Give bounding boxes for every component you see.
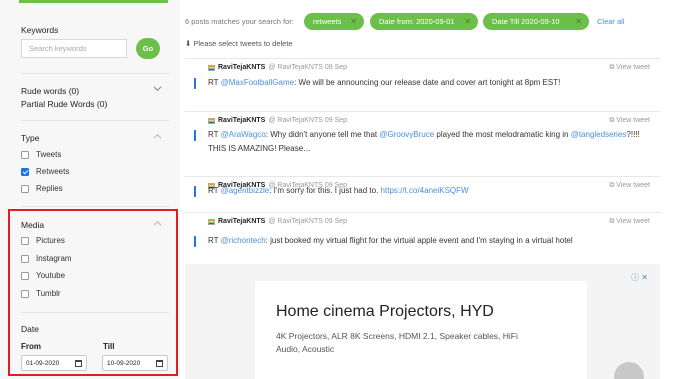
mention-link[interactable]: @AraWagco [221,130,266,139]
url-link[interactable]: https://t.co/4aneiKSQFW [381,186,469,195]
mention-link[interactable]: @GroovyBruce [379,130,434,139]
keywords-label: Keywords [21,25,59,35]
tweet-text: RT @MaxFootballGame: We will be announci… [208,78,561,87]
filter-pill-date-from[interactable]: Date from: 2020-09-01 ✕ [370,13,478,30]
match-count-text: 6 posts matches your search for: [185,17,294,26]
select-hint: ⬇ Please select tweets to delete [185,39,293,48]
type-option-tweets[interactable]: Tweets [21,150,61,159]
search-keywords-input[interactable] [21,39,127,58]
tweet-select-checkbox[interactable] [194,130,196,141]
divider [21,120,169,121]
checkbox[interactable] [21,150,29,159]
divider [21,73,169,74]
tweet-header: RaviTejaKNTS @ RaviTejaKNTS 09 Sep [208,218,347,225]
tweet-text: RT @AraWagco: Why didn't anyone tell me … [208,130,640,153]
right-margin [660,0,675,379]
view-tweet-link[interactable]: ⧉ View tweet [609,218,650,226]
ad-card[interactable]: Home cinema Projectors, HYD 4K Projector… [255,281,587,379]
filter-pill-date-till[interactable]: Date Till 2020-09-10 ✕ [483,13,589,30]
ad-description: 4K Projectors, ALR 8K Screens, HDMI 2.1,… [276,331,518,354]
partial-rude-words-count: Partial Rude Words (0) [21,99,108,109]
divider [21,206,169,207]
type-option-replies[interactable]: Replies [21,184,63,193]
user-flag-icon [208,117,215,124]
tweet-select-checkbox[interactable] [194,236,196,247]
mention-link[interactable]: @MaxFootballGame [221,78,294,87]
tweet-header: RaviTejaKNTS @ RaviTejaKNTS 09 Sep [208,117,347,124]
view-tweet-link[interactable]: ⧉ View tweet [609,64,650,72]
checkbox[interactable] [21,184,29,193]
type-section-title: Type [21,133,40,143]
highlight-frame [8,209,178,376]
rude-words-count: Rude words (0) [21,86,80,96]
filter-pill-retweets[interactable]: retweets ✕ [304,13,364,30]
go-button[interactable]: Go [136,38,160,59]
type-option-retweets[interactable]: Retweets [21,167,69,176]
chevron-down-icon[interactable] [153,84,162,93]
tweet-select-checkbox[interactable] [194,78,196,89]
user-flag-icon [208,64,215,71]
tweet-select-checkbox[interactable] [194,186,196,197]
remove-filter-icon[interactable]: ✕ [464,17,471,26]
ad-container: ⓘ ✕ Home cinema Projectors, HYD 4K Proje… [185,264,660,379]
scroll-to-top-button[interactable] [614,362,644,379]
user-flag-icon [208,218,215,225]
remove-filter-icon[interactable]: ✕ [575,17,582,26]
checkbox-checked[interactable] [21,167,29,176]
tweet-card[interactable]: RaviTejaKNTS @ RaviTejaKNTS 09 Sep ⧉ View… [185,111,660,167]
tweet-card[interactable]: RaviTejaKNTS @ RaviTejaKNTS 09 Sep ⧉ View… [185,58,660,102]
mention-link[interactable]: @richontech [221,236,266,245]
mention-link[interactable]: @tangledseries [571,130,627,139]
clear-all-link[interactable]: Clear all [597,17,625,26]
tweet-text: RT @agentbizzle: I'm sorry for this. I j… [208,186,469,195]
tweet-card[interactable]: RaviTejaKNTS @ RaviTejaKNTS 09 Sep ⧉ View… [185,212,660,262]
tweet-text: RT @richontech: just booked my virtual f… [208,236,573,245]
ad-title[interactable]: Home cinema Projectors, HYD [276,303,494,321]
mention-link[interactable]: @agentbizzle [221,186,270,195]
ad-choices-icon[interactable]: ⓘ ✕ [631,272,648,283]
tweet-header: RaviTejaKNTS @ RaviTejaKNTS 09 Sep [208,64,347,71]
remove-filter-icon[interactable]: ✕ [350,17,357,26]
chevron-up-icon[interactable] [153,132,162,141]
sidebar-accent-bar [19,0,168,3]
view-tweet-link[interactable]: ⧉ View tweet [609,117,650,125]
